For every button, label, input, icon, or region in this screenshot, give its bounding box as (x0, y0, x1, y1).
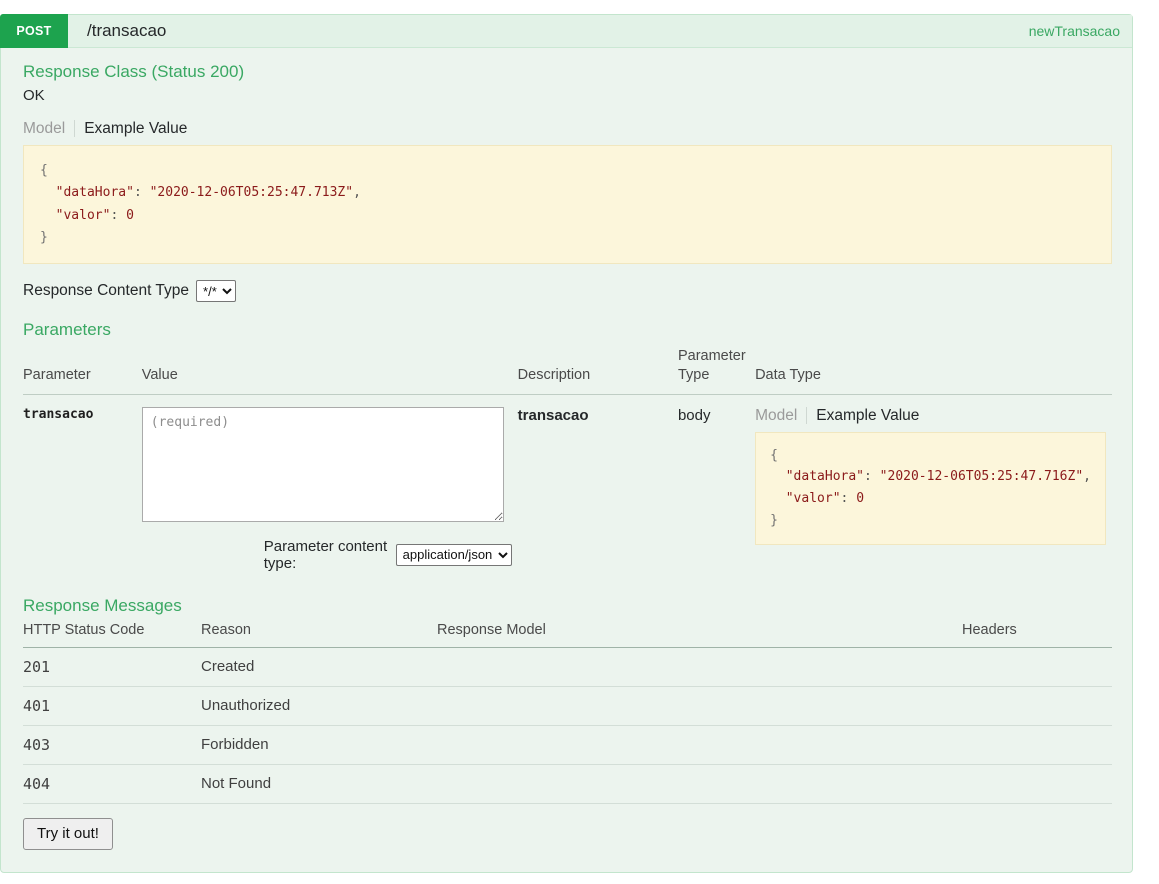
response-messages-heading: Response Messages (23, 595, 182, 615)
json-close-brace: } (770, 513, 778, 529)
column-header-parameter-type: Parameter Type (677, 345, 756, 395)
response-messages-header-row: HTTP Status Code Reason Response Model H… (23, 617, 1112, 648)
response-class-heading: Response Class (Status 200) (23, 62, 245, 81)
tab-example-value[interactable]: Example Value (75, 120, 187, 137)
operation-heading[interactable]: POST /transacao newTransacao (0, 14, 1132, 48)
parameter-description: transacao (517, 406, 589, 424)
parameter-content-type-select[interactable]: application/json (395, 543, 512, 566)
json-comma-1: , (353, 185, 361, 201)
response-model-tabs: Model Example Value (23, 120, 1112, 138)
status-reason: Unauthorized (201, 686, 437, 726)
status-headers (962, 686, 1112, 726)
tab-model[interactable]: Model (23, 120, 76, 138)
json-value-valor: 0 (126, 207, 134, 223)
parameters-heading: Parameters (23, 320, 111, 340)
status-response-model (437, 686, 962, 726)
status-response-model (437, 647, 962, 687)
parameter-content-type-label: Parameter content type: (263, 537, 388, 572)
status-reason: Forbidden (201, 725, 437, 765)
response-content-type-select[interactable]: */* (196, 280, 237, 303)
response-content-type-row: Response Content Type */* (23, 280, 1112, 303)
response-class-status-text: OK (23, 87, 45, 104)
status-reason: Created (201, 647, 437, 687)
json-value-datahora: "2020-12-06T05:25:47.716Z" (879, 469, 1084, 485)
json-key-datahora: "dataHora" (55, 185, 134, 201)
json-open-brace: { (770, 447, 778, 463)
json-colon-1: : (133, 185, 150, 201)
json-comma-1: , (1083, 469, 1091, 485)
table-row: 403 Forbidden (23, 725, 1112, 765)
parameter-content-type-row: Parameter content type: application/json (142, 538, 512, 572)
tab-example-value[interactable]: Example Value (807, 407, 919, 424)
table-row: transacao Parameter content type: applic… (23, 394, 1112, 578)
column-header-status-code: HTTP Status Code (23, 617, 201, 648)
operation-nickname[interactable]: newTransacao (1029, 15, 1120, 47)
column-header-headers: Headers (962, 617, 1112, 648)
column-header-reason: Reason (201, 617, 437, 648)
operation-body: Response Class (Status 200) OK Model Exa… (1, 48, 1132, 872)
column-header-value: Value (141, 345, 518, 395)
status-headers (962, 764, 1112, 804)
status-headers (962, 725, 1112, 765)
response-example-snippet: { "dataHora": "2020-12-06T05:25:47.713Z"… (23, 145, 1112, 265)
column-header-data-type: Data Type (755, 345, 1112, 395)
json-colon-1: : (864, 469, 880, 485)
tab-model[interactable]: Model (755, 406, 808, 424)
operation-block: POST /transacao newTransacao Response Cl… (0, 14, 1133, 873)
parameters-header-row: Parameter Value Description Parameter Ty… (23, 345, 1112, 395)
json-value-datahora: "2020-12-06T05:25:47.713Z" (149, 185, 354, 201)
json-key-valor: "valor" (785, 491, 841, 507)
try-it-out-button[interactable]: Try it out! (23, 817, 113, 850)
json-colon-2: : (110, 207, 127, 223)
parameter-body-input[interactable] (141, 406, 504, 522)
status-code: 201 (23, 647, 201, 687)
http-method-badge: POST (0, 14, 68, 48)
status-reason: Not Found (201, 764, 437, 804)
json-open-brace: { (40, 163, 48, 179)
column-header-response-model: Response Model (437, 617, 962, 648)
table-row: 201 Created (23, 647, 1112, 687)
parameter-name: transacao (23, 406, 94, 422)
parameter-type-value: body (677, 406, 711, 424)
table-row: 401 Unauthorized (23, 686, 1112, 726)
status-response-model (437, 725, 962, 765)
parameters-table: Parameter Value Description Parameter Ty… (23, 345, 1112, 577)
response-content-type-label: Response Content Type (23, 282, 190, 300)
response-messages-table: HTTP Status Code Reason Response Model H… (23, 617, 1112, 804)
column-header-description: Description (517, 345, 678, 395)
status-headers (962, 647, 1112, 687)
column-header-parameter: Parameter (23, 345, 142, 395)
status-code: 404 (23, 764, 201, 804)
json-close-brace: } (40, 230, 48, 246)
operation-path[interactable]: /transacao (68, 15, 166, 47)
parameter-value-cell: Parameter content type: application/json (141, 394, 518, 578)
table-row: 404 Not Found (23, 764, 1112, 804)
status-response-model (437, 764, 962, 804)
parameter-model-tabs: Model Example Value (755, 406, 1106, 424)
status-code: 403 (23, 725, 201, 765)
parameter-data-type-cell: Model Example Value { "dataHora": "2020-… (755, 394, 1112, 578)
json-value-valor: 0 (856, 491, 865, 507)
status-code: 401 (23, 686, 201, 726)
json-key-valor: "valor" (55, 207, 111, 223)
parameter-example-snippet: { "dataHora": "2020-12-06T05:25:47.716Z"… (755, 431, 1106, 545)
json-key-datahora: "dataHora" (785, 469, 865, 485)
json-colon-2: : (840, 491, 857, 507)
